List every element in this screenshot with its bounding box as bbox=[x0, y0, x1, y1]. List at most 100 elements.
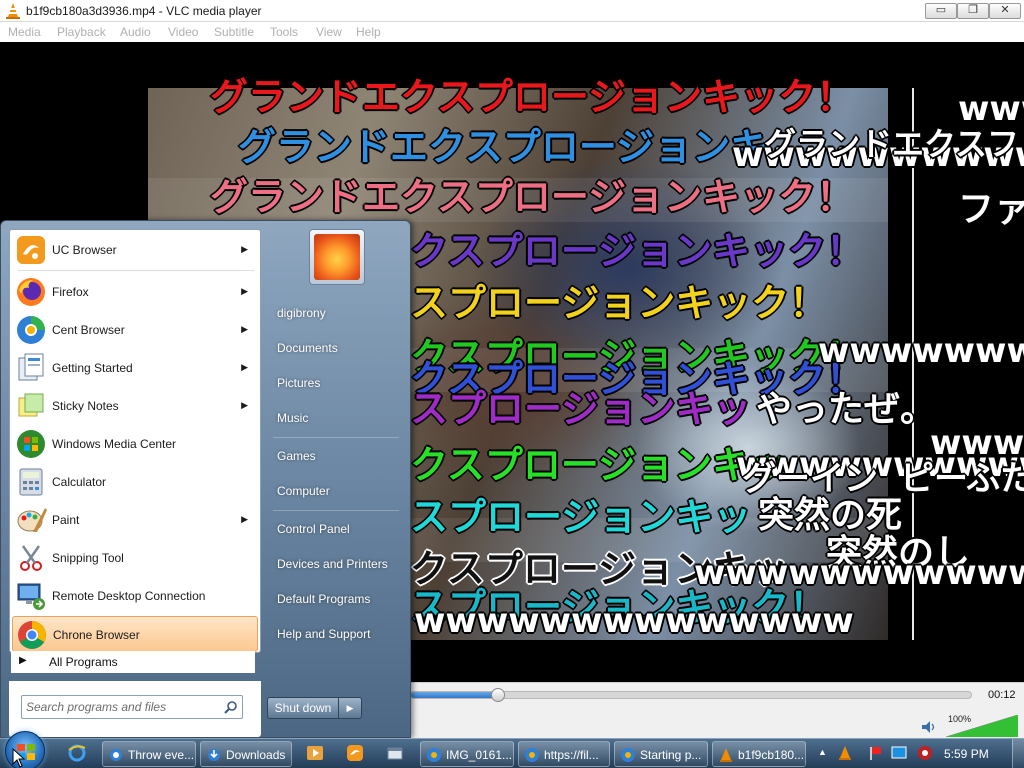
taskbar-button-label: IMG_0161.... bbox=[446, 748, 514, 762]
sticky-notes-icon bbox=[18, 393, 44, 417]
start-item-label: Snipping Tool bbox=[52, 551, 124, 565]
start-right-help[interactable]: Help and Support bbox=[267, 620, 403, 648]
vlc-cone-icon bbox=[6, 3, 20, 19]
start-right-label: Default Programs bbox=[277, 592, 371, 606]
start-right-documents[interactable]: Documents bbox=[267, 334, 403, 362]
audio-tray-icon[interactable] bbox=[916, 744, 934, 762]
minimize-button[interactable]: ▭ bbox=[925, 3, 957, 19]
menu-subtitle[interactable]: Subtitle bbox=[214, 25, 254, 39]
submenu-arrow-icon: ▶ bbox=[241, 514, 248, 524]
menu-help[interactable]: Help bbox=[356, 25, 381, 39]
comment-grand-white: グランドエクスフ bbox=[764, 125, 1020, 163]
menu-media[interactable]: Media bbox=[8, 25, 41, 39]
shutdown-button[interactable]: Shut down bbox=[267, 697, 339, 719]
comment-explosion-lime: クスプロージョンキッ bbox=[410, 443, 789, 487]
elapsed-time: 00:12 bbox=[988, 689, 1016, 701]
maximize-button[interactable]: ❐ bbox=[957, 3, 989, 19]
window-icon[interactable] bbox=[386, 744, 404, 762]
flag-tray-icon[interactable] bbox=[866, 744, 884, 762]
uc-browser-icon[interactable] bbox=[346, 744, 364, 762]
close-button[interactable]: ✕ bbox=[989, 3, 1021, 19]
window-title: b1f9cb180a3d3936.mp4 - VLC media player bbox=[26, 4, 262, 18]
all-programs-button[interactable]: ▶ All Programs bbox=[11, 651, 255, 673]
taskbar-button-img[interactable]: IMG_0161.... bbox=[420, 741, 514, 767]
cent-browser-icon bbox=[621, 748, 635, 762]
start-item-label: Windows Media Center bbox=[52, 437, 177, 451]
start-item-remote-desktop[interactable]: Remote Desktop Connection bbox=[12, 578, 258, 614]
taskbar-button-label: Starting p... bbox=[640, 748, 702, 762]
tray-expand-icon[interactable]: ▲ bbox=[818, 747, 827, 757]
start-right-computer[interactable]: Computer bbox=[267, 477, 403, 505]
taskbar-button-label: b1f9cb180... bbox=[738, 748, 805, 762]
comment-explosion-yellow: スプロージョンキック！ bbox=[410, 281, 828, 325]
start-right-devices[interactable]: Devices and Printers bbox=[267, 550, 403, 578]
menu-bar: Media Playback Audio Video Subtitle Tool… bbox=[0, 22, 1024, 42]
menu-view[interactable]: View bbox=[316, 25, 342, 39]
start-right-user[interactable]: digibrony bbox=[267, 299, 403, 327]
taskbar-button-downloads[interactable]: Downloads bbox=[200, 741, 292, 767]
comment-w-sixth: wwwwwwwwwwwwww bbox=[694, 553, 1024, 593]
menu-playback[interactable]: Playback bbox=[57, 25, 106, 39]
start-item-media-center[interactable]: Windows Media Center bbox=[12, 426, 258, 462]
display-tray-icon[interactable] bbox=[890, 744, 908, 762]
taskbar-button-label: Downloads bbox=[226, 748, 286, 762]
start-right-label: digibrony bbox=[277, 306, 326, 320]
media-player-icon[interactable] bbox=[306, 744, 324, 762]
start-item-snipping-tool[interactable]: Snipping Tool bbox=[12, 540, 258, 576]
start-right-label: Devices and Printers bbox=[277, 557, 388, 571]
start-right-games[interactable]: Games bbox=[267, 442, 403, 470]
start-right-music[interactable]: Music bbox=[267, 404, 403, 432]
start-right-control-panel[interactable]: Control Panel bbox=[267, 515, 403, 543]
comment-explosion-magenta: スプロージョンキッ bbox=[410, 387, 752, 431]
taskbar-button-label: Throw eve... bbox=[128, 748, 195, 762]
start-item-firefox[interactable]: Firefox ▶ bbox=[12, 274, 258, 310]
menu-tools[interactable]: Tools bbox=[270, 25, 298, 39]
search-icon[interactable] bbox=[224, 700, 238, 714]
start-item-paint[interactable]: Paint ▶ bbox=[12, 502, 258, 538]
taskbar-button-starting[interactable]: Starting p... bbox=[614, 741, 708, 767]
start-item-uc-browser[interactable]: UC Browser ▶ bbox=[12, 232, 258, 268]
user-avatar[interactable] bbox=[309, 229, 365, 285]
speaker-icon[interactable] bbox=[922, 721, 936, 733]
vlc-tray-icon[interactable] bbox=[836, 744, 854, 762]
seek-handle[interactable] bbox=[490, 688, 505, 702]
shutdown-options-button[interactable]: ▶ bbox=[338, 697, 362, 719]
start-right-default-programs[interactable]: Default Programs bbox=[267, 585, 403, 613]
show-desktop-button[interactable] bbox=[1012, 739, 1024, 768]
start-item-cent-browser[interactable]: Cent Browser ▶ bbox=[12, 312, 258, 348]
seek-bar[interactable] bbox=[410, 688, 972, 702]
ie-icon bbox=[110, 749, 122, 761]
start-right-label: Pictures bbox=[277, 376, 321, 390]
start-item-calculator[interactable]: Calculator bbox=[12, 464, 258, 500]
paint-icon bbox=[17, 508, 47, 532]
start-item-label: UC Browser bbox=[52, 243, 117, 257]
start-item-label: Getting Started bbox=[52, 361, 133, 375]
menu-video[interactable]: Video bbox=[168, 25, 198, 39]
cent-browser-icon bbox=[525, 748, 539, 762]
search-input[interactable] bbox=[26, 699, 216, 715]
ie-icon[interactable] bbox=[68, 744, 86, 762]
start-right-label: Help and Support bbox=[277, 627, 371, 641]
submenu-arrow-icon: ▶ bbox=[241, 324, 248, 334]
cent-browser-icon bbox=[427, 748, 441, 762]
start-search-box bbox=[21, 695, 243, 719]
menu-audio[interactable]: Audio bbox=[120, 25, 151, 39]
comment-yatta: やったぜ。 bbox=[756, 389, 937, 430]
start-item-label: Firefox bbox=[52, 285, 89, 299]
volume-slider[interactable] bbox=[946, 715, 1018, 737]
taskbar-button-throw[interactable]: Throw eve... bbox=[102, 741, 196, 767]
chrone-browser-icon bbox=[18, 621, 46, 649]
taskbar-clock[interactable]: 5:59 PM bbox=[944, 747, 989, 761]
start-item-sticky-notes[interactable]: Sticky Notes ▶ bbox=[12, 388, 258, 424]
comment-fuda: ふた bbox=[966, 459, 1024, 499]
taskbar-button-https[interactable]: https://fil... bbox=[518, 741, 610, 767]
start-right-pictures[interactable]: Pictures bbox=[267, 369, 403, 397]
start-item-chrone-browser[interactable]: Chrone Browser bbox=[12, 616, 258, 652]
desktop-screen: b1f9cb180a3d3936.mp4 - VLC media player … bbox=[0, 0, 1024, 768]
comment-explosion-purple: クスプロージョンキック！ bbox=[410, 229, 865, 273]
window-titlebar[interactable]: b1f9cb180a3d3936.mp4 - VLC media player … bbox=[0, 0, 1024, 22]
seek-progress bbox=[411, 692, 498, 698]
taskbar-button-vlc[interactable]: b1f9cb180... bbox=[712, 741, 806, 767]
start-item-label: Cent Browser bbox=[52, 323, 125, 337]
start-item-getting-started[interactable]: Getting Started ▶ bbox=[12, 350, 258, 386]
